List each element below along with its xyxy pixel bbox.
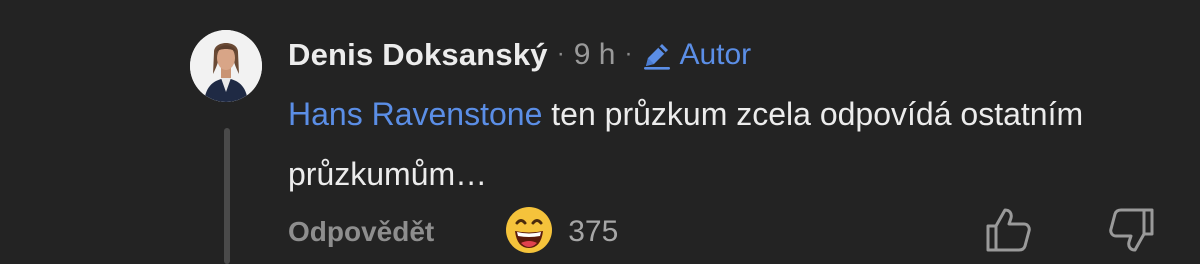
thread-line [224,128,230,264]
separator-dot: · [624,40,633,67]
grinning-face-emoji-icon [504,205,554,260]
pencil-icon [641,39,673,71]
mention-link[interactable]: Hans Ravenstone [288,96,542,132]
reaction-count: 375 [568,215,619,248]
separator-dot: · [556,40,565,67]
timestamp[interactable]: 9 h [574,38,616,72]
reply-button[interactable]: Odpovědět [288,216,434,248]
comment-actions: Odpovědět 375 [288,204,618,260]
avatar[interactable] [190,30,262,102]
like-button[interactable] [984,206,1034,259]
thumbs-down-icon [1106,208,1156,258]
person-portrait-avatar-icon [190,30,262,102]
thumbs-up-icon [984,208,1034,258]
author-badge: Autor [641,38,751,72]
author-name[interactable]: Denis Doksanský [288,37,548,73]
comment-header: Denis Doksanský · 9 h · Autor [288,32,751,78]
author-badge-label: Autor [679,38,752,71]
dislike-button[interactable] [1106,206,1156,259]
reaction-summary[interactable]: 375 [504,205,618,260]
comment-text: Hans Ravenstone ten průzkum zcela odpoví… [288,84,1168,204]
